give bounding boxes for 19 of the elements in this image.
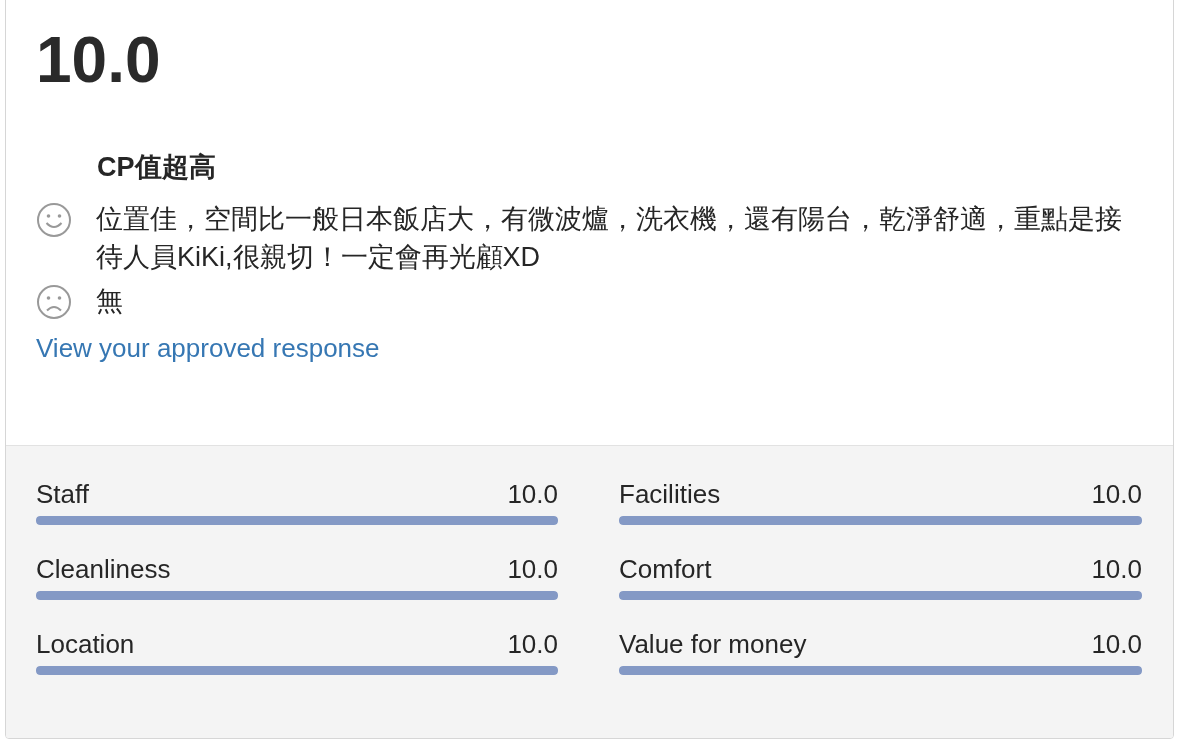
approved-response-link[interactable]: View your approved response — [36, 330, 380, 366]
category-score: 10.0 — [1091, 628, 1142, 661]
category-name: Cleanliness — [36, 553, 171, 586]
sad-face-icon — [36, 284, 72, 320]
smiley-face-icon — [36, 202, 72, 238]
category-name: Value for money — [619, 628, 807, 661]
category-score: 10.0 — [507, 478, 558, 511]
comment-text: 無 — [96, 285, 123, 318]
review-title: CP值超高 — [97, 151, 216, 184]
review-score: 10.0 — [36, 25, 161, 95]
category-score: 10.0 — [1091, 478, 1142, 511]
category-score: 10.0 — [1091, 553, 1142, 586]
category-name: Comfort — [619, 553, 712, 586]
category-name: Staff — [36, 478, 89, 511]
category-name: Facilities — [619, 478, 721, 511]
category-score: 10.0 — [507, 553, 558, 586]
category-name: Location — [36, 628, 135, 661]
comment-text: 位置佳，空間比一般日本飯店大，有微波爐，洗衣機，還有陽台，乾淨舒適，重點是接待人員KiKi,很親切！一定會再光顧XD — [96, 203, 1123, 274]
category-score: 10.0 — [507, 628, 558, 661]
